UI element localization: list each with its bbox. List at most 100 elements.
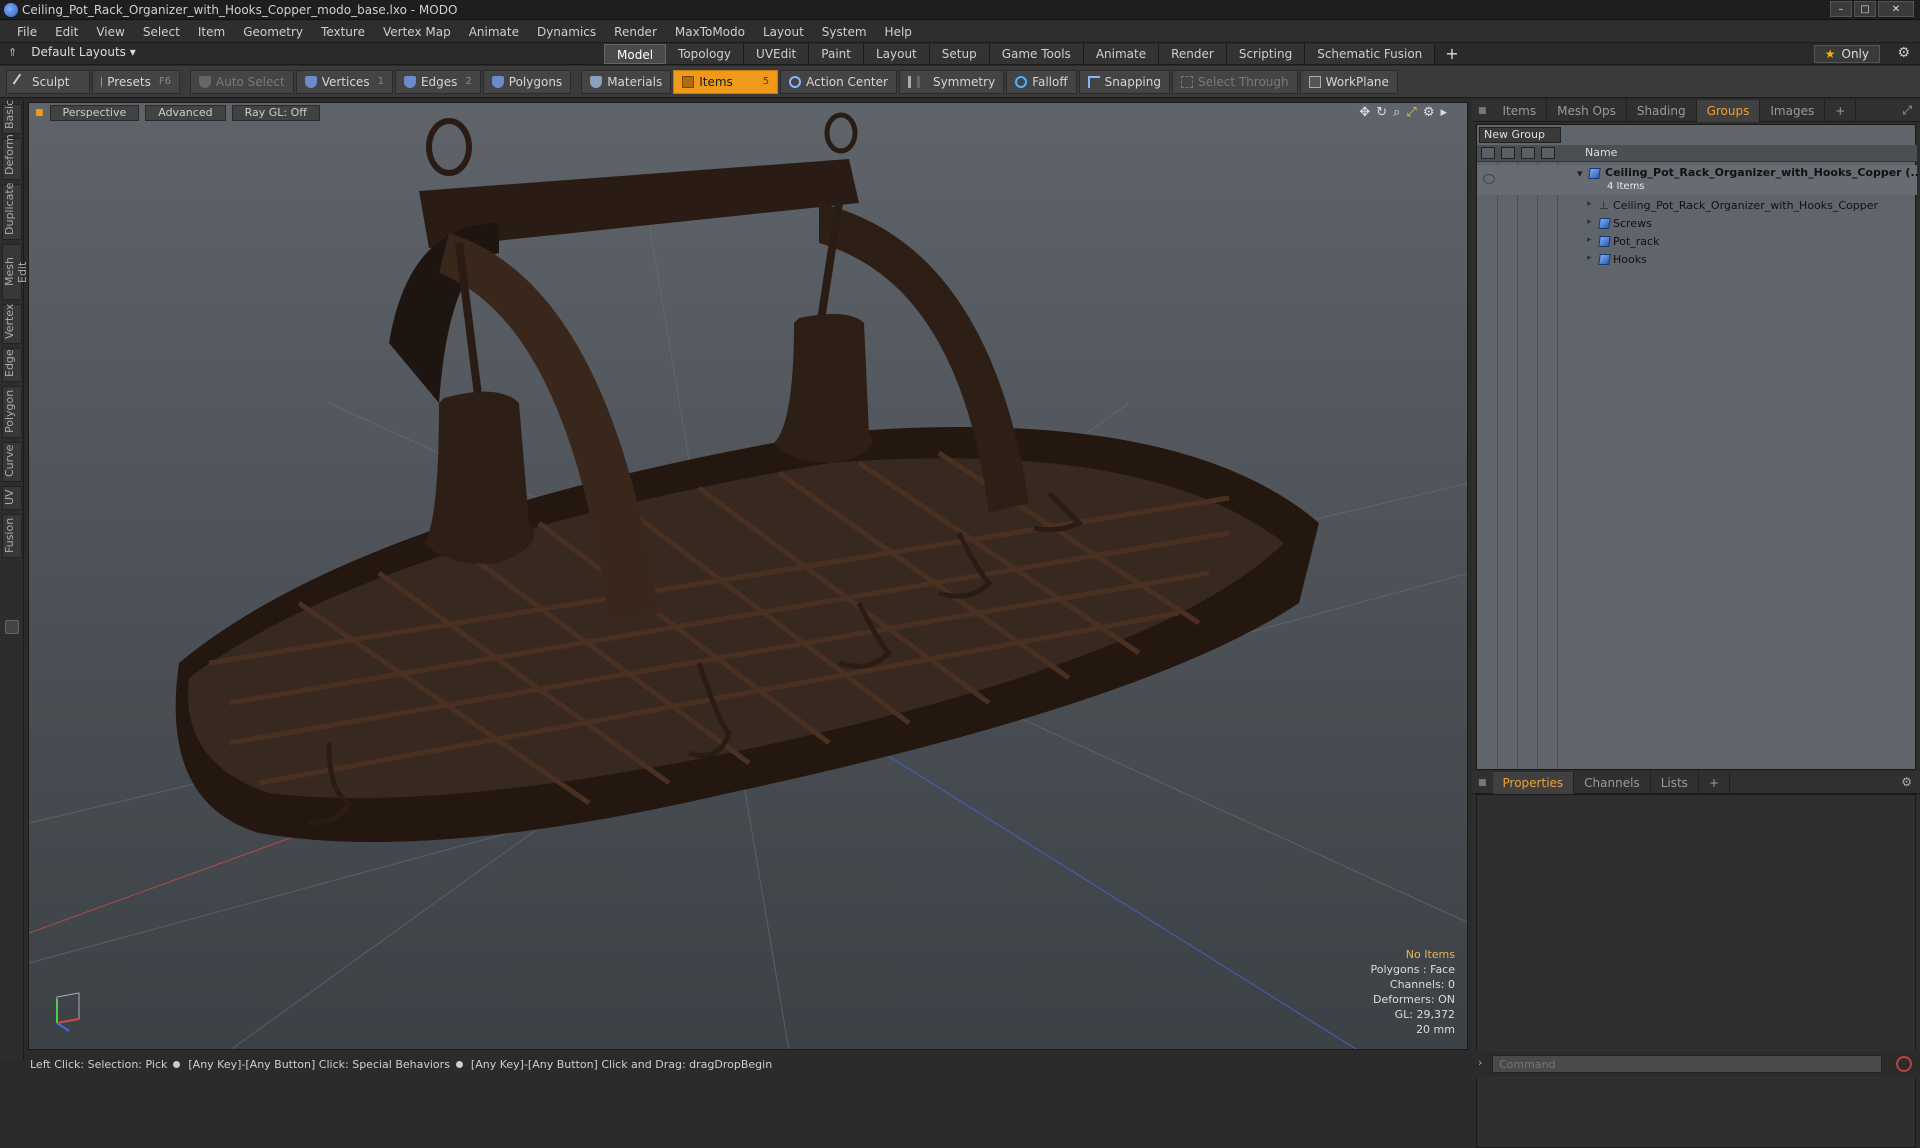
symmetry-button[interactable]: Symmetry	[898, 69, 1005, 94]
tab-topology[interactable]: Topology	[666, 44, 745, 64]
polygons-button[interactable]: Polygons	[482, 69, 572, 94]
add-tab-button[interactable]: +	[1825, 99, 1857, 122]
tab-setup[interactable]: Setup	[929, 44, 990, 64]
tree-row-pot-rack[interactable]: ▸ Pot_rack	[1477, 233, 1917, 251]
vtab-mesh-edit[interactable]: Mesh Edit	[2, 244, 29, 300]
menu-render[interactable]: Render	[605, 21, 666, 43]
ray-gl-button[interactable]: Ray GL: Off	[231, 105, 320, 121]
workplane-button[interactable]: WorkPlane	[1299, 69, 1398, 94]
menu-vertex-map[interactable]: Vertex Map	[374, 21, 460, 43]
expand-arrow-icon[interactable]: ▸	[1440, 105, 1447, 120]
maximize-button[interactable]: □	[1854, 1, 1876, 17]
tab-mesh-ops[interactable]: Mesh Ops	[1547, 99, 1627, 122]
menu-maxtomodo[interactable]: MaxToModo	[666, 21, 754, 43]
view-mode-button[interactable]: Perspective	[49, 105, 140, 121]
tab-schematic-fusion[interactable]: Schematic Fusion	[1305, 44, 1436, 64]
add-layout-tab-button[interactable]: +	[1435, 44, 1468, 64]
menu-view[interactable]: View	[87, 21, 133, 43]
menu-layout[interactable]: Layout	[754, 21, 813, 43]
vtab-duplicate[interactable]: Duplicate	[2, 183, 22, 240]
expand-arrow-icon[interactable]: ▸	[1587, 217, 1592, 227]
panel-expand-icon[interactable]: ⤢	[1902, 103, 1912, 118]
minimize-button[interactable]: –	[1830, 1, 1852, 17]
tab-properties[interactable]: Properties	[1492, 771, 1575, 794]
menu-animate[interactable]: Animate	[460, 21, 528, 43]
name-column-header[interactable]: Name	[1585, 146, 1617, 159]
tab-layout[interactable]: Layout	[863, 44, 930, 64]
tab-animate[interactable]: Animate	[1083, 44, 1160, 64]
panel-gear-icon[interactable]: ⚙	[1901, 775, 1912, 789]
menu-select[interactable]: Select	[134, 21, 189, 43]
expand-arrow-icon[interactable]: ▸	[1587, 253, 1592, 263]
zoom-icon[interactable]: ⌕	[1393, 105, 1400, 120]
tab-images[interactable]: Images	[1760, 99, 1826, 122]
materials-button[interactable]: Materials	[581, 69, 672, 94]
shading-mode-button[interactable]: Advanced	[145, 105, 226, 121]
vtab-deform[interactable]: Deform	[2, 134, 22, 180]
visibility-column-icon[interactable]	[1481, 147, 1495, 159]
menu-file[interactable]: File	[8, 21, 46, 43]
expand-arrow-icon[interactable]: ▾	[1577, 167, 1583, 180]
tab-lists[interactable]: Lists	[1651, 771, 1699, 794]
only-button[interactable]: ★ Only	[1813, 45, 1880, 63]
tab-game-tools[interactable]: Game Tools	[989, 44, 1084, 64]
tab-groups[interactable]: Groups	[1696, 99, 1761, 122]
new-group-button[interactable]: New Group	[1479, 127, 1561, 143]
menu-edit[interactable]: Edit	[46, 21, 87, 43]
auto-select-button[interactable]: Auto Select	[190, 69, 294, 94]
vtab-edge[interactable]: Edge	[2, 348, 22, 382]
render-column-icon[interactable]	[1521, 147, 1535, 159]
action-center-button[interactable]: Action Center	[780, 69, 897, 94]
menu-geometry[interactable]: Geometry	[234, 21, 312, 43]
tab-shading[interactable]: Shading	[1627, 99, 1697, 122]
tree-row-root-group[interactable]: ▾ Ceiling_Pot_Rack_Organizer_with_Hooks_…	[1477, 165, 1920, 195]
pan-icon[interactable]: ✥	[1359, 105, 1370, 120]
expand-arrow-icon[interactable]: ▸	[1587, 199, 1592, 209]
vtab-polygon[interactable]: Polygon	[2, 386, 22, 438]
edges-button[interactable]: Edges 2	[394, 69, 481, 94]
viewport-gear-icon[interactable]: ⚙	[1423, 105, 1435, 120]
menu-texture[interactable]: Texture	[312, 21, 374, 43]
command-clear-icon[interactable]	[1896, 1056, 1912, 1072]
tree-row-hooks[interactable]: ▸ Hooks	[1477, 251, 1917, 269]
items-button[interactable]: Items 5	[673, 69, 779, 94]
vertices-button[interactable]: Vertices 1	[295, 69, 393, 94]
vtab-vertex[interactable]: Vertex	[2, 304, 22, 344]
tab-channels[interactable]: Channels	[1574, 771, 1651, 794]
layouts-dropdown[interactable]: ⇑ Default Layouts ▾	[8, 45, 136, 59]
visibility-eye-icon[interactable]	[1483, 174, 1495, 184]
snapping-button[interactable]: Snapping	[1078, 69, 1170, 94]
falloff-button[interactable]: Falloff	[1006, 69, 1077, 94]
select-through-button[interactable]: Select Through	[1172, 69, 1298, 94]
add-tab-button[interactable]: +	[1699, 771, 1730, 794]
tab-render[interactable]: Render	[1159, 44, 1227, 64]
tab-scripting[interactable]: Scripting	[1226, 44, 1306, 64]
maximize-view-icon[interactable]: ⤢	[1406, 105, 1416, 120]
menu-dynamics[interactable]: Dynamics	[528, 21, 605, 43]
sidebar-toggle-icon[interactable]	[5, 620, 19, 634]
rotate-icon[interactable]: ↻	[1376, 105, 1387, 120]
vtab-fusion[interactable]: Fusion	[2, 514, 22, 558]
vtab-uv[interactable]: UV	[2, 486, 22, 510]
panel-menu-icon[interactable]: ■	[1472, 778, 1493, 788]
vtab-curve[interactable]: Curve	[2, 442, 22, 482]
tab-items[interactable]: Items	[1493, 99, 1548, 122]
viewport-menu-icon[interactable]: ■	[35, 108, 44, 118]
menu-system[interactable]: System	[813, 21, 876, 43]
select-column-icon[interactable]	[1541, 147, 1555, 159]
panel-menu-icon[interactable]: ■	[1472, 106, 1493, 116]
command-input[interactable]	[1492, 1055, 1882, 1073]
tree-row-screws[interactable]: ▸ Screws	[1477, 215, 1917, 233]
menu-item[interactable]: Item	[189, 21, 234, 43]
close-button[interactable]: ✕	[1878, 1, 1914, 17]
tab-paint[interactable]: Paint	[809, 44, 864, 64]
vtab-basic[interactable]: Basic	[2, 100, 22, 134]
tree-row-locator[interactable]: ▸ ⊥ Ceiling_Pot_Rack_Organizer_with_Hook…	[1477, 197, 1917, 215]
tab-model[interactable]: Model	[604, 44, 667, 64]
tab-uvedit[interactable]: UVEdit	[744, 44, 810, 64]
gear-icon[interactable]: ⚙	[1897, 45, 1910, 61]
sculpt-button[interactable]: Sculpt	[6, 69, 90, 94]
expand-arrow-icon[interactable]: ▸	[1587, 235, 1592, 245]
menu-help[interactable]: Help	[876, 21, 921, 43]
3d-viewport[interactable]: ■ Perspective Advanced Ray GL: Off ✥ ↻ ⌕…	[28, 102, 1468, 1050]
